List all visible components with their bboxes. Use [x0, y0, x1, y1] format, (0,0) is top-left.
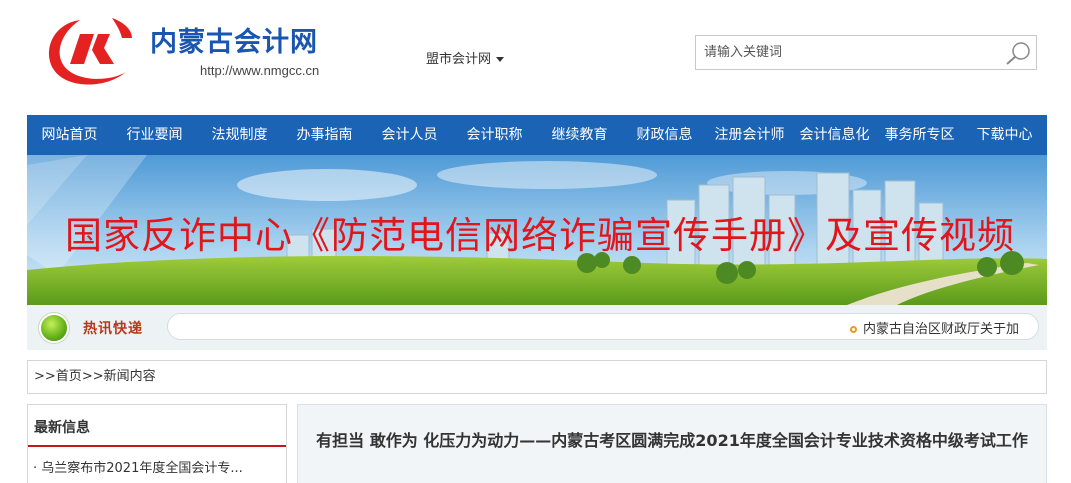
nav-accounting-it[interactable]: 会计信息化	[792, 115, 877, 155]
city-site-dropdown[interactable]: 盟市会计网	[426, 48, 505, 67]
breadcrumb-current: 新闻内容	[103, 369, 156, 384]
city-site-dropdown-label: 盟市会计网	[426, 52, 492, 67]
nav-regulations[interactable]: 法规制度	[197, 115, 282, 155]
ticker-dot-icon	[39, 313, 69, 343]
site-url: http://www.nmgcc.cn	[200, 63, 320, 78]
latest-info-panel: 最新信息 · 乌兰察布市2021年度全国会计专...	[27, 404, 287, 483]
breadcrumb-home[interactable]: 首页	[56, 369, 82, 384]
nav-continuing-education[interactable]: 继续教育	[537, 115, 622, 155]
list-item[interactable]: · 乌兰察布市2021年度全国会计专...	[33, 457, 286, 476]
nav-home[interactable]: 网站首页	[27, 115, 112, 155]
search-icon[interactable]	[1004, 40, 1032, 66]
article-panel: 有担当 敢作为 化压力为动力——内蒙古考区圆满完成2021年度全国会计专业技术资…	[297, 404, 1047, 483]
site-logo[interactable]	[40, 12, 140, 92]
nav-downloads[interactable]: 下载中心	[962, 115, 1047, 155]
breadcrumb-separator: >>	[34, 369, 56, 384]
search-input[interactable]	[696, 36, 996, 69]
nav-industry-news[interactable]: 行业要闻	[112, 115, 197, 155]
nav-cpa[interactable]: 注册会计师	[707, 115, 792, 155]
banner[interactable]: 国家反诈中心《防范电信网络诈骗宣传手册》及宣传视频	[27, 155, 1047, 305]
search-box	[695, 35, 1037, 70]
ticker-track: 内蒙古自治区财政厅关于加	[167, 313, 1039, 340]
latest-info-title: 最新信息	[28, 405, 286, 447]
ticker-label: 热讯快递	[83, 321, 143, 337]
caret-down-icon	[496, 57, 505, 62]
nav-firms-zone[interactable]: 事务所专区	[877, 115, 962, 155]
nav-guide[interactable]: 办事指南	[282, 115, 367, 155]
nav-finance-info[interactable]: 财政信息	[622, 115, 707, 155]
ticker-item-text: 内蒙古自治区财政厅关于加	[863, 322, 1020, 337]
nav-accountants[interactable]: 会计人员	[367, 115, 452, 155]
nav-accounting-titles[interactable]: 会计职称	[452, 115, 537, 155]
breadcrumb-separator: >>	[81, 369, 104, 384]
article-title: 有担当 敢作为 化压力为动力——内蒙古考区圆满完成2021年度全国会计专业技术资…	[316, 431, 1028, 450]
news-ticker: 热讯快递 内蒙古自治区财政厅关于加	[27, 305, 1047, 350]
breadcrumb: >>首页>>新闻内容	[27, 360, 1047, 394]
site-name: 内蒙古会计网	[150, 27, 318, 58]
bullet-icon	[850, 326, 857, 333]
ticker-item[interactable]: 内蒙古自治区财政厅关于加	[850, 318, 1019, 337]
main-nav: 网站首页 行业要闻 法规制度 办事指南 会计人员 会计职称 继续教育 财政信息 …	[27, 115, 1047, 155]
latest-info-list: · 乌兰察布市2021年度全国会计专...	[28, 447, 286, 476]
banner-title: 国家反诈中心《防范电信网络诈骗宣传手册》及宣传视频	[65, 214, 1015, 257]
